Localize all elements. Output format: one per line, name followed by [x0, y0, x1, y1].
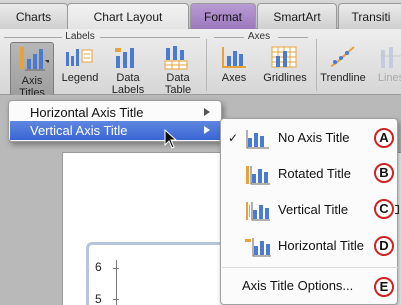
group-divider — [4, 37, 62, 38]
menu-item-label: Vertical Axis Title — [30, 123, 128, 138]
data-table-button[interactable]: Data Table — [158, 44, 198, 96]
menu-item-label: Horizontal Axis Title — [30, 105, 144, 120]
ribbon-tab-bar: Charts Chart Layout Format SmartArt Tran… — [0, 0, 401, 30]
legend-button[interactable]: Legend — [60, 44, 100, 94]
group-divider — [214, 37, 244, 38]
y-tick-label: 6 — [95, 260, 102, 274]
tab-chart-layout[interactable]: Chart Layout — [67, 3, 189, 30]
menu-item-vertical-axis-title[interactable]: Vertical Axis Title — [10, 121, 220, 140]
submenu-item-rotated-title[interactable]: Rotated Title — [222, 159, 398, 189]
gridlines-label: Gridlines — [263, 72, 307, 84]
group-divider — [278, 37, 308, 38]
data-table-icon — [164, 46, 188, 70]
horizontal-title-icon — [245, 238, 271, 257]
callout-marker-d: D — [374, 236, 394, 256]
callout-marker-e: E — [374, 277, 394, 297]
submenu-item-vertical-title[interactable]: Vertical Title — [222, 195, 398, 225]
gridlines-icon — [271, 46, 297, 68]
axes-icon — [222, 47, 246, 68]
checkmark-icon: ✓ — [228, 131, 239, 145]
trendline-button[interactable]: Trendline — [318, 44, 368, 94]
submenu-item-label: No Axis Title — [278, 130, 350, 145]
axis-titles-menu: Horizontal Axis Title Vertical Axis Titl… — [8, 100, 222, 142]
data-labels-icon — [115, 48, 134, 68]
submenu-arrow-icon — [204, 126, 210, 134]
group-separator — [316, 39, 317, 91]
lines-button: Lines — [371, 44, 401, 94]
trendline-label: Trendline — [320, 72, 366, 84]
data-table-label: Data Table — [164, 72, 192, 96]
submenu-item-label: Horizontal Title — [278, 238, 364, 253]
callout-bracket — [395, 205, 399, 214]
submenu-item-axis-title-options[interactable]: Axis Title Options... — [222, 271, 398, 301]
no-axis-title-icon — [246, 130, 269, 149]
group-separator — [206, 39, 207, 91]
group-title-axes: Axes — [247, 31, 271, 42]
y-tick-mark — [113, 299, 119, 300]
axes-button[interactable]: Axes — [214, 44, 254, 94]
tab-chart-layout-label: Chart Layout — [93, 10, 163, 24]
tab-charts[interactable]: Charts — [0, 3, 68, 29]
lines-label: Lines — [377, 72, 401, 84]
submenu-item-label: Vertical Title — [278, 202, 349, 217]
group-divider — [100, 37, 200, 38]
mouse-pointer-icon — [164, 129, 178, 149]
tab-charts-label: Charts — [15, 10, 52, 24]
vertical-title-icon — [246, 202, 270, 221]
axes-label: Axes — [221, 72, 247, 84]
callout-marker-c: C — [374, 199, 394, 219]
legend-icon — [66, 49, 93, 66]
tab-smartart-label: SmartArt — [273, 10, 321, 24]
data-labels-label: Data Labels — [111, 72, 145, 96]
submenu-item-label: Axis Title Options... — [242, 278, 354, 293]
y-tick-label: 5 — [95, 292, 102, 305]
ribbon: Labels Axes Axis Titles Legend Data Labe… — [0, 29, 401, 99]
tab-smartart[interactable]: SmartArt — [257, 3, 337, 29]
submenu-arrow-icon — [204, 108, 210, 116]
legend-label: Legend — [61, 72, 99, 84]
callout-marker-a: A — [374, 128, 394, 148]
axis-titles-icon — [20, 47, 49, 71]
submenu-item-no-axis-title[interactable]: ✓ No Axis Title — [222, 123, 398, 153]
data-labels-button[interactable]: Data Labels — [108, 44, 148, 96]
tab-format-label: Format — [203, 10, 242, 24]
axis-titles-button[interactable]: Axis Titles — [10, 42, 54, 99]
submenu-item-label: Rotated Title — [278, 166, 351, 181]
tab-transitions-label: Transiti — [351, 10, 391, 24]
trendline-icon — [330, 46, 355, 67]
vertical-axis-title-submenu: ✓ No Axis Title Rotated Title Vertical T… — [220, 118, 398, 305]
lines-icon — [380, 47, 401, 68]
submenu-item-horizontal-title[interactable]: Horizontal Title — [222, 231, 398, 261]
callout-marker-b: B — [374, 163, 394, 183]
group-title-labels: Labels — [65, 31, 95, 42]
menu-item-horizontal-axis-title[interactable]: Horizontal Axis Title — [10, 103, 220, 122]
tab-format[interactable]: Format — [190, 3, 256, 29]
tab-transitions[interactable]: Transiti — [338, 3, 401, 29]
rotated-title-icon — [246, 166, 270, 185]
y-tick-mark — [113, 268, 119, 269]
menu-separator — [222, 267, 398, 268]
gridlines-button[interactable]: Gridlines — [260, 44, 310, 94]
